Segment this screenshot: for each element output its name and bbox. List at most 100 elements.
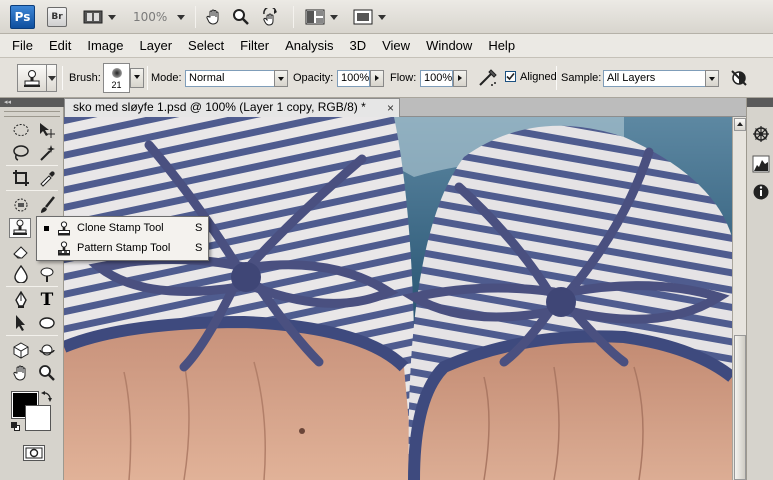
mode-select[interactable]: Normal	[185, 70, 275, 87]
menu-view[interactable]: View	[374, 38, 418, 53]
photoshop-logo[interactable]: Ps	[10, 5, 35, 29]
navigator-panel-button[interactable]	[752, 125, 770, 143]
spot-healing-tool[interactable]	[10, 195, 32, 215]
vertical-scrollbar[interactable]	[732, 117, 746, 480]
menu-help[interactable]: Help	[480, 38, 523, 53]
rotate-view-button[interactable]	[261, 6, 281, 28]
panel-grip[interactable]	[4, 111, 60, 117]
ignore-adjustment-layers-toggle[interactable]	[730, 69, 748, 87]
menu-analysis[interactable]: Analysis	[277, 38, 341, 53]
marquee-tool[interactable]	[10, 120, 32, 140]
eyedropper-icon	[40, 171, 55, 187]
zoom-tool-button[interactable]	[232, 6, 250, 28]
crop-tool[interactable]	[10, 168, 32, 188]
divider	[293, 6, 294, 28]
pen-tool[interactable]	[10, 290, 32, 310]
type-tool[interactable]: T	[36, 290, 58, 310]
default-colors-button[interactable]	[11, 422, 21, 432]
divider	[6, 165, 58, 166]
histogram-panel-button[interactable]	[752, 155, 770, 173]
info-panel-button[interactable]	[752, 183, 770, 201]
view-extras-button[interactable]	[83, 6, 116, 28]
arrange-documents-button[interactable]	[305, 6, 338, 28]
tool-preset-picker[interactable]	[17, 64, 57, 92]
screen-mode-button[interactable]	[353, 6, 386, 28]
histogram-icon	[752, 155, 770, 173]
arrow-up-icon	[737, 122, 743, 126]
tools-panel-collapse-bar[interactable]: ◂◂	[0, 98, 64, 107]
menu-filter[interactable]: Filter	[232, 38, 277, 53]
rotate-hand-icon	[263, 8, 277, 26]
path-selection-tool[interactable]	[10, 313, 32, 333]
drop-icon	[14, 265, 28, 283]
pattern-stamp-icon	[58, 241, 70, 256]
compass-wheel-icon	[753, 126, 769, 142]
menu-3d[interactable]: 3D	[341, 38, 374, 53]
opacity-slider-button[interactable]	[370, 70, 384, 87]
zoom-level-value: 100%	[133, 10, 168, 24]
scroll-up-button[interactable]	[734, 118, 746, 131]
menu-select[interactable]: Select	[180, 38, 232, 53]
swap-colors-button[interactable]	[41, 390, 53, 402]
brush-picker-dropdown[interactable]	[130, 68, 144, 88]
magic-wand-icon	[40, 145, 55, 161]
hand-tool[interactable]	[10, 363, 32, 383]
info-icon	[753, 184, 769, 200]
document-title: sko med sløyfe 1.psd @ 100% (Layer 1 cop…	[73, 100, 366, 114]
panel-dock-header[interactable]	[747, 98, 773, 107]
document-canvas[interactable]	[64, 117, 732, 480]
pen-nib-icon	[15, 291, 27, 308]
magic-wand-tool[interactable]	[36, 143, 58, 163]
clone-stamp-tool[interactable]	[9, 218, 31, 238]
bridge-launch-button[interactable]: Br	[47, 7, 67, 27]
zoom-tool[interactable]	[36, 363, 58, 383]
film-strip-icon	[83, 10, 103, 24]
blur-tool[interactable]	[10, 264, 32, 284]
aligned-checkbox[interactable]	[505, 71, 516, 82]
3d-orbit-tool[interactable]	[36, 340, 58, 360]
flow-input[interactable]: 100%	[420, 70, 453, 87]
eraser-tool[interactable]	[10, 241, 32, 261]
flyout-item-pattern-stamp[interactable]: Pattern Stamp Tool S	[37, 239, 208, 259]
menu-layer[interactable]: Layer	[132, 38, 181, 53]
move-arrow-icon	[40, 123, 55, 138]
lasso-tool[interactable]	[10, 143, 32, 163]
clone-stamp-icon	[58, 221, 70, 236]
airbrush-toggle[interactable]	[477, 67, 499, 89]
brush-tool[interactable]	[36, 195, 58, 215]
dodge-tool[interactable]	[36, 264, 58, 284]
paintbrush-icon	[41, 196, 55, 213]
background-color-swatch[interactable]	[25, 405, 51, 431]
screen-mode-icon	[353, 9, 373, 25]
divider	[6, 286, 58, 287]
flyout-item-label: Clone Stamp Tool	[77, 222, 164, 234]
menu-window[interactable]: Window	[418, 38, 480, 53]
document-tab[interactable]: sko med sløyfe 1.psd @ 100% (Layer 1 cop…	[64, 98, 400, 117]
hand-tool-button[interactable]	[205, 6, 223, 28]
menu-edit[interactable]: Edit	[41, 38, 79, 53]
shape-tool[interactable]	[36, 313, 58, 333]
menu-file[interactable]: File	[4, 38, 41, 53]
eraser-icon	[13, 246, 28, 259]
ellipse-marquee-icon	[13, 124, 29, 136]
chevron-down-icon	[108, 14, 116, 20]
mode-dropdown-arrow[interactable]	[274, 70, 288, 87]
move-tool[interactable]	[36, 120, 58, 140]
3d-cube-icon	[13, 342, 29, 359]
zoom-level-select[interactable]: 100%	[133, 6, 186, 28]
scroll-thumb[interactable]	[734, 335, 746, 480]
opacity-input[interactable]: 100%	[337, 70, 370, 87]
flow-slider-button[interactable]	[453, 70, 467, 87]
brush-picker[interactable]: 21	[103, 63, 130, 93]
menu-image[interactable]: Image	[79, 38, 131, 53]
3d-rotate-tool[interactable]	[10, 340, 32, 360]
sample-dropdown-arrow[interactable]	[705, 70, 719, 87]
eyedropper-tool[interactable]	[36, 168, 58, 188]
sample-select[interactable]: All Layers	[603, 70, 706, 87]
opacity-label: Opacity:	[293, 72, 334, 84]
close-icon[interactable]: ×	[387, 100, 394, 117]
path-arrow-icon	[16, 315, 25, 331]
flyout-item-clone-stamp[interactable]: Clone Stamp Tool S	[37, 219, 208, 239]
quick-mask-button[interactable]	[23, 445, 45, 461]
flyout-item-shortcut: S	[195, 242, 203, 254]
